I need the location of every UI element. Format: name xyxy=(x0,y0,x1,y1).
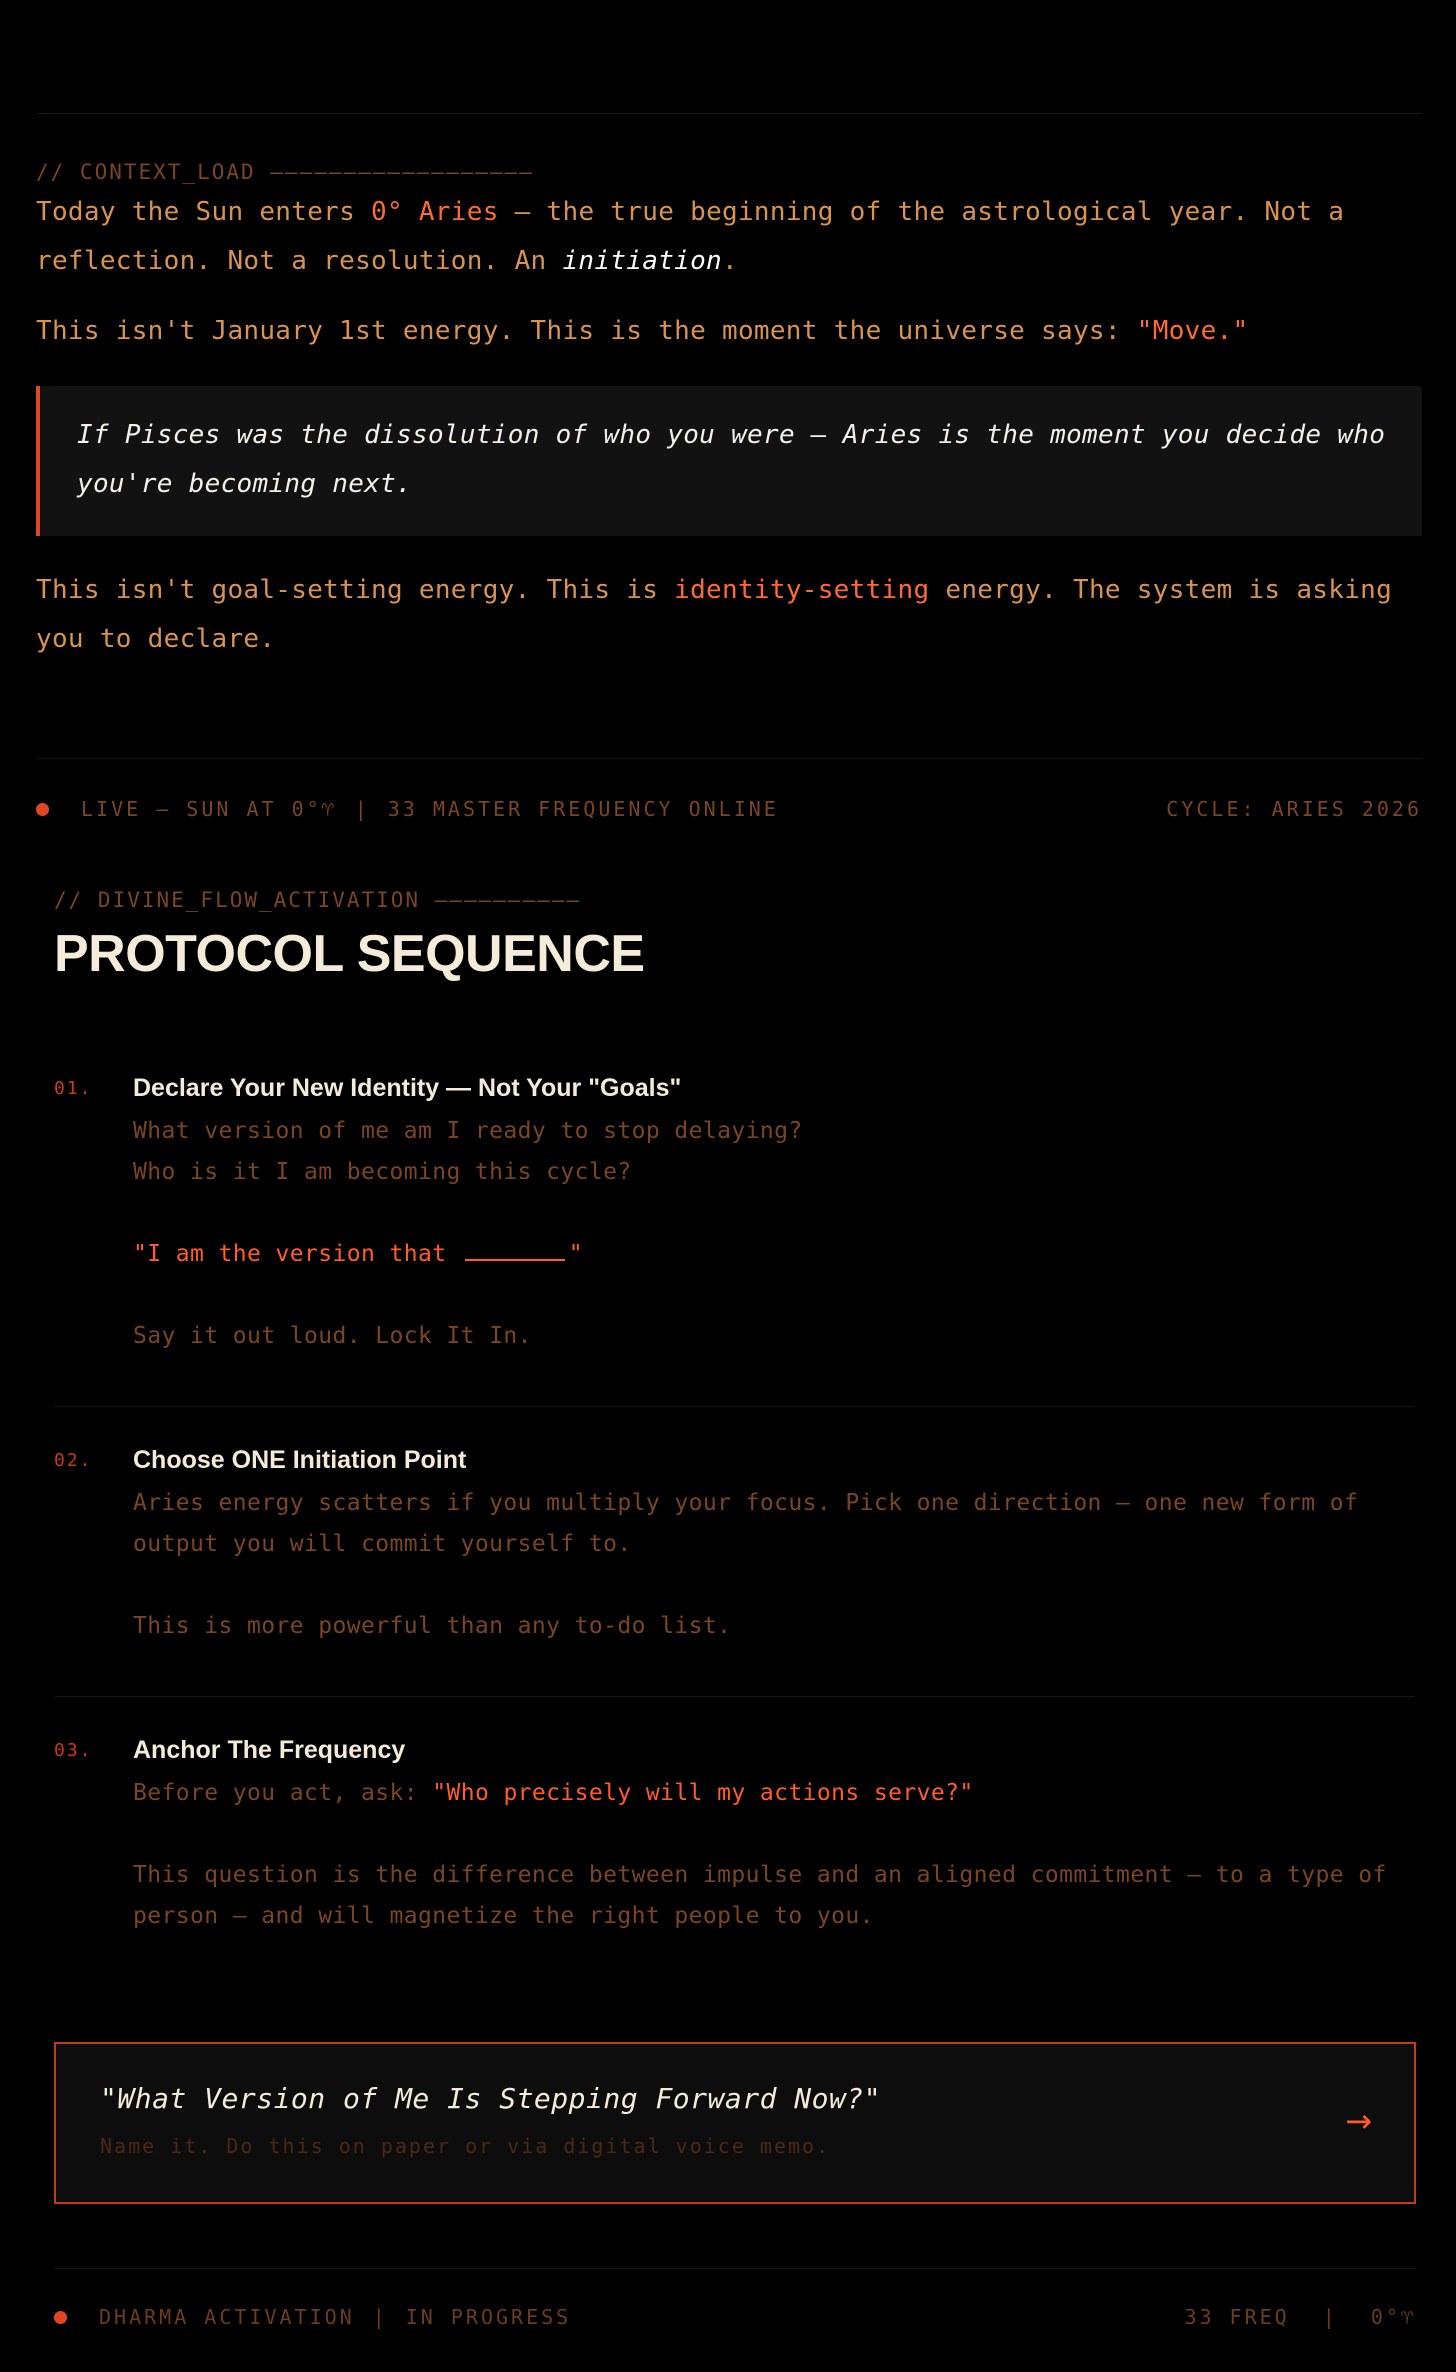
step-description: This question is the difference between … xyxy=(133,1862,1387,1929)
cta-card[interactable]: "What Version of Me Is Stepping Forward … xyxy=(54,2042,1416,2204)
intro-text: Today the Sun enters xyxy=(36,197,372,227)
question-highlight: "Who precisely will my actions serve?" xyxy=(432,1780,974,1806)
degree-label: 0°♈ xyxy=(1370,2305,1416,2329)
step-divider xyxy=(54,1696,1414,1697)
step-number: 01. xyxy=(54,1078,93,1099)
step-divider xyxy=(54,1406,1414,1407)
move-highlight: "Move." xyxy=(1136,316,1249,346)
footer-separator: | xyxy=(372,2305,388,2329)
live-status: LIVE — SUN AT 0°♈ xyxy=(81,797,337,821)
context-comment: // CONTEXT_LOAD —————————————————— xyxy=(36,160,534,184)
top-divider xyxy=(36,113,1422,114)
status-dot-icon xyxy=(54,2310,67,2324)
declaration-close-quote: " xyxy=(568,1241,583,1267)
step-instruction: Say it out loud. Lock It In. xyxy=(133,1323,532,1349)
intro-italic: initiation xyxy=(562,246,723,276)
dharma-label: DHARMA ACTIVATION xyxy=(99,2305,355,2329)
declaration-blank xyxy=(464,1239,565,1261)
section-divider xyxy=(36,758,1422,759)
intro-period: . xyxy=(722,246,738,276)
context-section: // CONTEXT_LOAD —————————————————— Today… xyxy=(36,160,1422,664)
freq-label: 33 FREQ xyxy=(1184,2305,1290,2329)
identity-text: This isn't goal-setting energy. This is xyxy=(36,575,675,605)
status-bar: LIVE — SUN AT 0°♈ | 33 MASTER FREQUENCY … xyxy=(36,794,1422,824)
context-move: This isn't January 1st energy. This is t… xyxy=(36,307,1422,356)
step-title: Declare Your New Identity — Not Your "Go… xyxy=(133,1074,682,1102)
cta-subtitle: Name it. Do this on paper or via digital… xyxy=(100,2134,831,2158)
step-question: Before you act, ask: "Who precisely will… xyxy=(133,1773,1413,1814)
step-description: Aries energy scatters if you multiply yo… xyxy=(133,1490,1359,1557)
footer-status-bar: DHARMA ACTIVATION | IN PROGRESS 33 FREQ … xyxy=(54,2302,1416,2332)
step-instruction: This is more powerful than any to-do lis… xyxy=(133,1613,732,1639)
move-text: This isn't January 1st energy. This is t… xyxy=(36,316,1137,346)
frequency-status: 33 MASTER FREQUENCY ONLINE xyxy=(387,797,779,821)
live-dot-icon xyxy=(36,802,49,816)
identity-highlight: identity-setting xyxy=(674,575,930,605)
context-intro: Today the Sun enters 0° Aries — the true… xyxy=(36,188,1422,286)
quote-text: If Pisces was the dissolution of who you… xyxy=(77,420,1386,499)
cycle-label: CYCLE: ARIES 2026 xyxy=(1166,797,1422,821)
protocol-title: PROTOCOL SEQUENCE xyxy=(54,925,645,983)
step-title: Anchor The Frequency xyxy=(133,1736,406,1764)
cta-title: "What Version of Me Is Stepping Forward … xyxy=(100,2082,882,2115)
footer-divider xyxy=(54,2268,1416,2269)
arrow-right-icon[interactable]: → xyxy=(1345,2102,1372,2140)
status-separator: | xyxy=(354,797,370,821)
protocol-comment: // DIVINE_FLOW_ACTIVATION —————————— xyxy=(54,888,582,912)
declaration-text: "I am the version that xyxy=(133,1241,461,1267)
question-lead: Before you act, ask: xyxy=(133,1780,433,1806)
pisces-quote: If Pisces was the dissolution of who you… xyxy=(36,386,1422,536)
progress-label: IN PROGRESS xyxy=(405,2305,572,2329)
step-question-1: What version of me am I ready to stop de… xyxy=(133,1118,803,1144)
step-question-2: Who is it I am becoming this cycle? xyxy=(133,1159,632,1185)
step-number: 02. xyxy=(54,1450,93,1471)
footer-separator-right: | xyxy=(1322,2305,1338,2329)
context-identity: This isn't goal-setting energy. This is … xyxy=(36,566,1422,664)
protocol-header: // DIVINE_FLOW_ACTIVATION —————————— PRO… xyxy=(54,888,1414,984)
intro-highlight: 0° Aries xyxy=(371,197,499,227)
step-number: 03. xyxy=(54,1740,93,1761)
step-title: Choose ONE Initiation Point xyxy=(133,1446,467,1474)
identity-declaration: "I am the version that " xyxy=(133,1234,1413,1275)
